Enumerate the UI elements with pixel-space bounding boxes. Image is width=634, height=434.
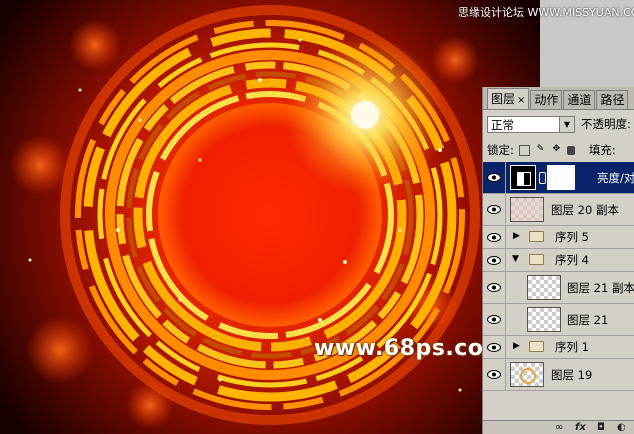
opacity-label: 不透明度: (581, 117, 631, 131)
layer-name: 图层 19 (551, 367, 593, 382)
folder-icon (529, 231, 544, 242)
layer-row[interactable]: 图层 21 (483, 304, 634, 336)
layer-name: 亮度/对比度 1 (597, 170, 634, 185)
layer-name: 序列 1 (555, 340, 589, 354)
layer-name: 图层 21 副本 (567, 280, 634, 295)
watermark-top: 思缘设计论坛 WWW.MISSYUAN.COM (458, 6, 634, 19)
visibility-eye-icon[interactable] (483, 272, 506, 303)
layer-row[interactable]: 图层 21 副本 (483, 272, 634, 304)
tab-layers[interactable]: 图层 × (487, 88, 530, 109)
blend-mode-value: 正常 (491, 117, 514, 132)
close-icon[interactable]: × (517, 95, 525, 106)
folder-icon (529, 254, 544, 265)
visibility-eye-icon[interactable] (483, 194, 506, 225)
mask-link-icon[interactable] (539, 172, 546, 184)
layer-thumbnail (510, 197, 544, 222)
mask-icon[interactable]: ◘ (597, 422, 605, 433)
mask-thumbnail (547, 165, 575, 190)
layer-name: 序列 5 (555, 230, 589, 244)
layer-thumbnail (527, 307, 561, 332)
folder-icon (529, 341, 544, 352)
layer-thumbnail (527, 275, 561, 300)
link-icon[interactable]: ∞ (555, 422, 563, 433)
panel-tabs: 图层 × 动作 通道 路径 (483, 87, 634, 110)
visibility-eye-icon[interactable] (483, 304, 506, 335)
adjustment-icon[interactable]: ◐ (617, 422, 626, 433)
lock-all-icon[interactable] (566, 145, 575, 155)
layer-row[interactable]: 图层 19 (483, 359, 634, 391)
dropdown-arrow-icon[interactable]: ▼ (559, 116, 574, 132)
layer-list: 亮度/对比度 1 图层 20 副本 ▶ 序列 5 ▼ 序列 4 图层 21 副本 (483, 162, 634, 391)
tab-channels[interactable]: 通道 (563, 90, 596, 109)
blend-mode-select[interactable]: 正常 ▼ (487, 115, 575, 133)
fill-label: 填充: (588, 143, 616, 157)
adjustment-thumbnail-icon (510, 165, 536, 190)
panel-bottom-bar: ∞ fx ◘ ◐ (483, 420, 634, 434)
layer-group-row[interactable]: ▶ 序列 1 (483, 336, 634, 359)
layer-name: 图层 20 副本 (551, 202, 619, 217)
layer-name: 序列 4 (555, 253, 589, 267)
layer-thumbnail (510, 362, 544, 387)
lock-row: 锁定: ✎ ✥ 填充: (483, 138, 634, 163)
lock-move-icon[interactable]: ✥ (551, 144, 562, 156)
expand-arrow-icon[interactable]: ▶ (513, 231, 520, 241)
layer-group-row[interactable]: ▼ 序列 4 (483, 249, 634, 272)
blend-row: 正常 ▼ 不透明度: (483, 110, 634, 138)
fx-icon[interactable]: fx (575, 422, 586, 433)
expand-arrow-icon[interactable]: ▶ (513, 341, 520, 351)
collapse-arrow-icon[interactable]: ▼ (512, 254, 519, 264)
visibility-eye-icon[interactable] (483, 359, 506, 390)
layers-panel: 图层× 动作 通道 路径 正常 ▼ 不透明度: 锁定: ✎ ✥ 填充: 亮度/对… (482, 87, 634, 434)
visibility-eye-icon[interactable] (483, 336, 506, 358)
tab-actions[interactable]: 动作 (530, 90, 563, 109)
layer-group-row[interactable]: ▶ 序列 5 (483, 226, 634, 249)
layer-row[interactable]: 图层 20 副本 (483, 194, 634, 226)
layer-row[interactable]: 亮度/对比度 1 (483, 162, 634, 194)
watermark-bottom: www.68ps.com (314, 336, 507, 361)
visibility-eye-icon[interactable] (483, 162, 506, 193)
visibility-eye-icon[interactable] (483, 226, 506, 248)
lock-brush-icon[interactable]: ✎ (535, 144, 546, 156)
visibility-eye-icon[interactable] (483, 249, 506, 271)
layer-name: 图层 21 (567, 312, 609, 327)
lock-label: 锁定: (487, 143, 514, 157)
lock-transparent-icon[interactable] (518, 144, 530, 156)
tab-paths[interactable]: 路径 (596, 90, 629, 109)
